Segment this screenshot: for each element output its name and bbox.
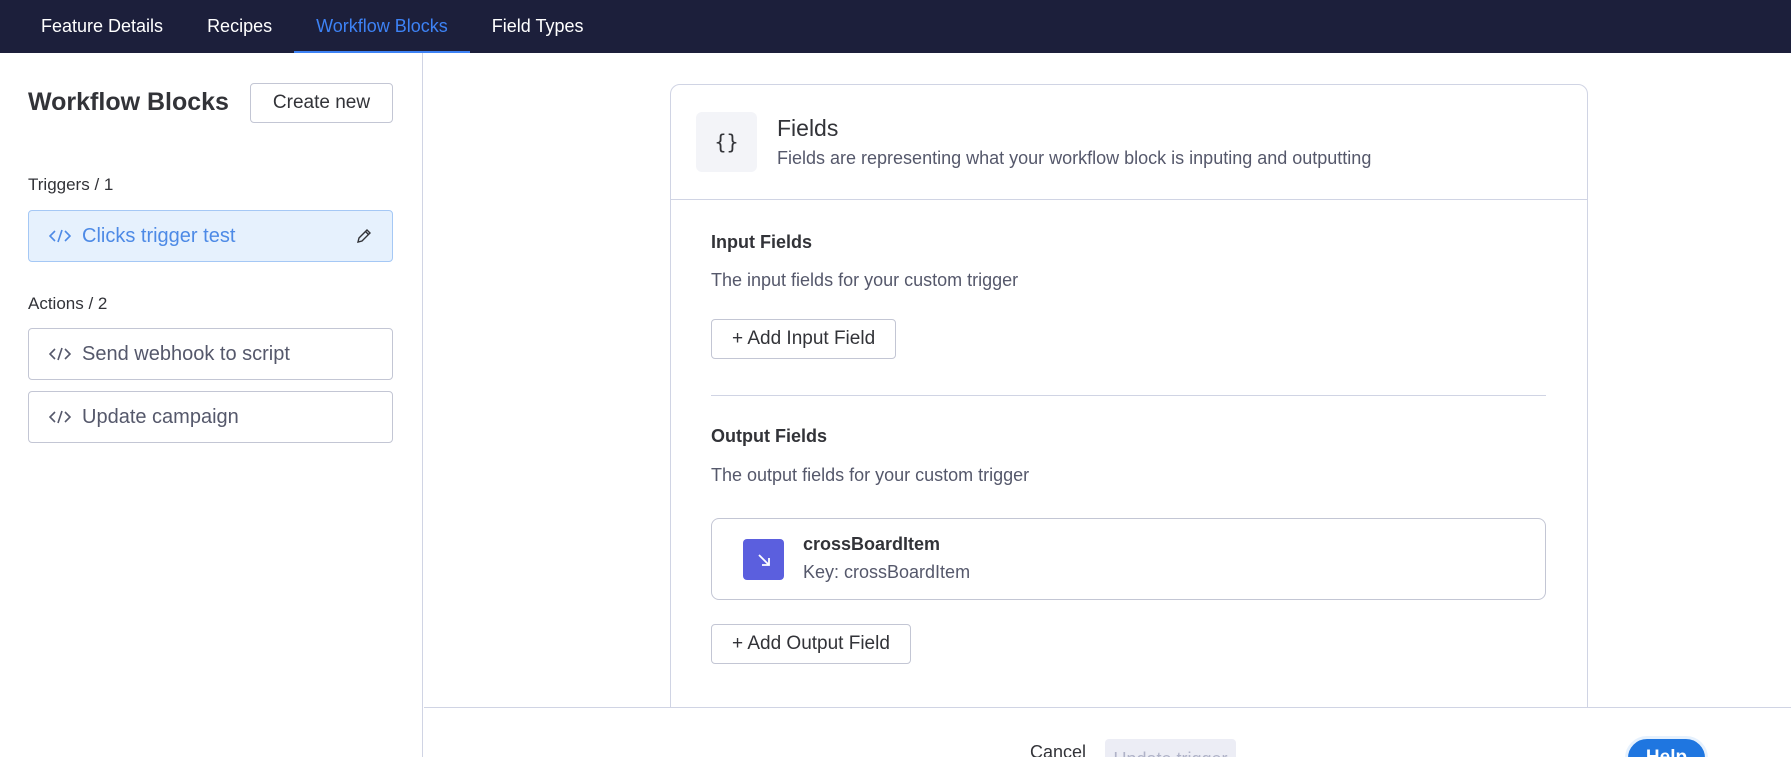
create-new-button[interactable]: Create new [250, 83, 393, 123]
sidebar-item-label: Update campaign [82, 405, 239, 428]
main-content: {} Fields Fields are representing what y… [424, 53, 1791, 757]
fields-card: {} Fields Fields are representing what y… [670, 84, 1588, 724]
triggers-section-label: Triggers / 1 [28, 175, 114, 194]
curly-braces-icon: {} [696, 112, 757, 172]
footer-bar: Cancel Update trigger Help [424, 707, 1791, 757]
output-field-item[interactable]: crossBoardItem Key: crossBoardItem [711, 518, 1546, 600]
arrow-down-right-icon [743, 539, 784, 580]
input-fields-title: Input Fields [711, 232, 812, 252]
tab-field-types[interactable]: Field Types [470, 0, 606, 53]
sidebar-item-send-webhook[interactable]: Send webhook to script [28, 328, 393, 380]
sidebar: Workflow Blocks Create new Triggers / 1 … [0, 53, 423, 757]
section-divider [711, 395, 1546, 396]
sidebar-item-update-campaign[interactable]: Update campaign [28, 391, 393, 443]
output-fields-title: Output Fields [711, 426, 827, 446]
input-fields-description: The input fields for your custom trigger [711, 270, 1019, 290]
cancel-button[interactable]: Cancel [1030, 742, 1086, 757]
top-navigation: Feature Details Recipes Workflow Blocks … [0, 0, 1791, 53]
update-trigger-button[interactable]: Update trigger [1105, 739, 1236, 757]
output-fields-description: The output fields for your custom trigge… [711, 465, 1030, 485]
sidebar-item-label: Clicks trigger test [82, 224, 236, 247]
card-title: Fields [777, 115, 839, 141]
actions-section-label: Actions / 2 [28, 294, 108, 313]
code-icon [49, 229, 71, 243]
sidebar-item-label: Send webhook to script [82, 342, 290, 365]
field-key: Key: crossBoardItem [803, 562, 971, 582]
sidebar-title: Workflow Blocks [28, 88, 229, 116]
card-subtitle: Fields are representing what your workfl… [777, 148, 1372, 168]
help-button[interactable]: Help [1625, 736, 1708, 757]
code-icon [49, 347, 71, 361]
add-output-field-button[interactable]: + Add Output Field [711, 624, 911, 664]
field-name: crossBoardItem [803, 534, 941, 554]
pencil-edit-icon[interactable] [354, 226, 374, 246]
tab-recipes[interactable]: Recipes [185, 0, 294, 53]
tab-workflow-blocks[interactable]: Workflow Blocks [294, 0, 470, 53]
add-input-field-button[interactable]: + Add Input Field [711, 319, 897, 359]
fields-card-header: {} Fields Fields are representing what y… [671, 85, 1587, 200]
code-icon [49, 410, 71, 424]
sidebar-item-clicks-trigger-test[interactable]: Clicks trigger test [28, 210, 393, 262]
tab-feature-details[interactable]: Feature Details [19, 0, 185, 53]
fields-card-body: Input Fields The input fields for your c… [671, 201, 1587, 723]
